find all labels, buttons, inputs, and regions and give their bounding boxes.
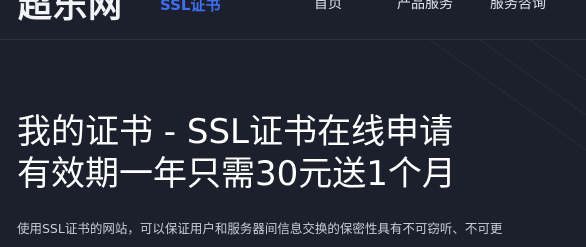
hero-title-line-1: 我的证书 - SSL证书在线申请: [17, 112, 453, 152]
nav-consult[interactable]: 服务咨询: [490, 0, 546, 13]
site-logo[interactable]: 超乐网: [18, 0, 123, 27]
nav-products[interactable]: 产品服务: [397, 0, 453, 13]
hero-title-line-2: 有效期一年只需30元送1个月: [17, 154, 456, 194]
hero-title: 我的证书 - SSL证书在线申请 有效期一年只需30元送1个月: [17, 111, 577, 195]
logo-subtitle[interactable]: SSL证书: [160, 0, 221, 15]
nav-home[interactable]: 首页: [314, 0, 342, 13]
site-header: 超乐网 SSL证书 首页 产品服务 服务咨询: [0, 0, 586, 40]
page: 超乐网 SSL证书 首页 产品服务 服务咨询 我的证书 - SSL证书在线申请 …: [0, 0, 586, 247]
hero-description: 使用SSL证书的网站，可以保证用户和服务器间信息交换的保密性具有不可窃听、不可更: [17, 221, 503, 236]
